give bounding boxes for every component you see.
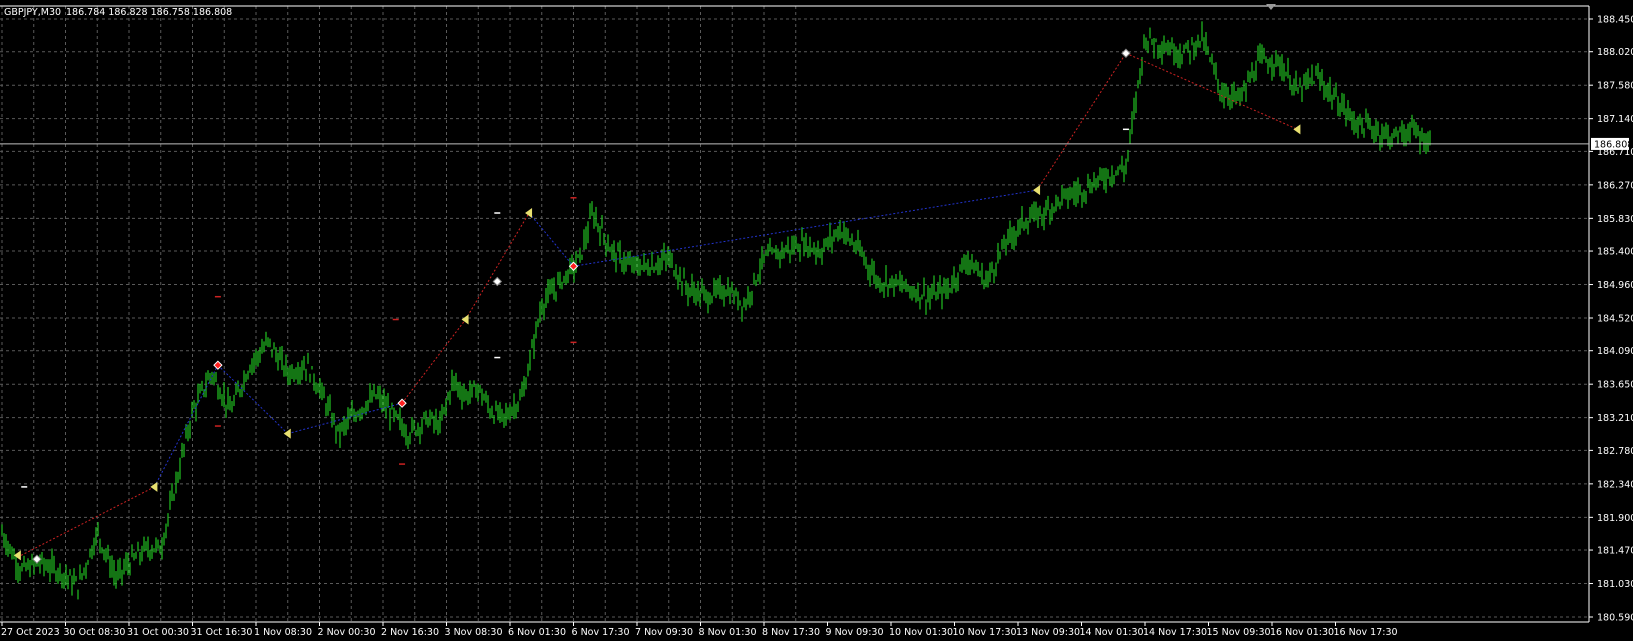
y-tick-label: 181.900: [1597, 513, 1633, 524]
x-tick-label: 9 Nov 09:30: [826, 627, 884, 638]
x-tick-label: 1 Nov 08:30: [254, 627, 312, 638]
y-tick-label: 184.520: [1597, 314, 1633, 325]
y-tick-label: 188.020: [1597, 47, 1633, 58]
x-tick-label: 6 Nov 17:30: [572, 627, 630, 638]
x-tick-label: 2 Nov 00:30: [318, 627, 376, 638]
y-tick-label: 183.650: [1597, 380, 1633, 391]
x-tick-label: 3 Nov 08:30: [445, 627, 503, 638]
y-tick-label: 184.960: [1597, 280, 1633, 291]
y-tick-label: 181.470: [1597, 546, 1633, 557]
y-tick-label: 185.830: [1597, 214, 1633, 225]
x-tick-label: 31 Oct 16:30: [191, 627, 253, 638]
chart-window[interactable]: 188.450 188.020 187.580 187.140 186.710 186.2…: [0, 0, 1633, 641]
y-tick-label: 188.450: [1597, 15, 1633, 26]
ohlc-label: 186.784 186.828 186.758 186.808: [66, 7, 232, 18]
y-tick-label: 186.270: [1597, 180, 1633, 191]
y-tick-label: 181.030: [1597, 579, 1633, 590]
x-tick-label: 16 Nov 01:30: [1270, 627, 1334, 638]
x-tick-label: 14 Nov 01:30: [1080, 627, 1144, 638]
current-price-label: 186.808: [1594, 139, 1633, 150]
y-tick-label: 182.780: [1597, 446, 1633, 457]
x-tick-label: 13 Nov 09:30: [1016, 627, 1080, 638]
y-tick-label: 184.090: [1597, 346, 1633, 357]
x-tick-label: 7 Nov 09:30: [635, 627, 693, 638]
x-tick-label: 14 Nov 17:30: [1143, 627, 1207, 638]
y-tick-label: 183.210: [1597, 413, 1633, 424]
x-tick-label: 31 Oct 00:30: [127, 627, 189, 638]
x-tick-label: 30 Oct 08:30: [64, 627, 126, 638]
y-tick-label: 185.400: [1597, 247, 1633, 258]
x-tick-label: 8 Nov 17:30: [762, 627, 820, 638]
price-chart[interactable]: 188.450188.020187.580187.140186.710186.2…: [0, 0, 1633, 641]
y-tick-label: 182.340: [1597, 479, 1633, 490]
x-tick-label: 16 Nov 17:30: [1334, 627, 1398, 638]
x-tick-label: 8 Nov 01:30: [699, 627, 757, 638]
y-tick-label: 187.140: [1597, 114, 1633, 125]
y-tick-label: 187.580: [1597, 81, 1633, 92]
symbol-label: GBPJPY,M30: [4, 7, 61, 18]
y-tick-label: 180.590: [1597, 613, 1633, 624]
x-tick-label: 6 Nov 01:30: [508, 627, 566, 638]
x-tick-label: 2 Nov 16:30: [381, 627, 439, 638]
x-tick-label: 15 Nov 09:30: [1207, 627, 1271, 638]
x-tick-label: 10 Nov 01:30: [889, 627, 953, 638]
x-tick-label: 10 Nov 17:30: [953, 627, 1017, 638]
x-tick-label: 27 Oct 2023: [1, 627, 60, 638]
